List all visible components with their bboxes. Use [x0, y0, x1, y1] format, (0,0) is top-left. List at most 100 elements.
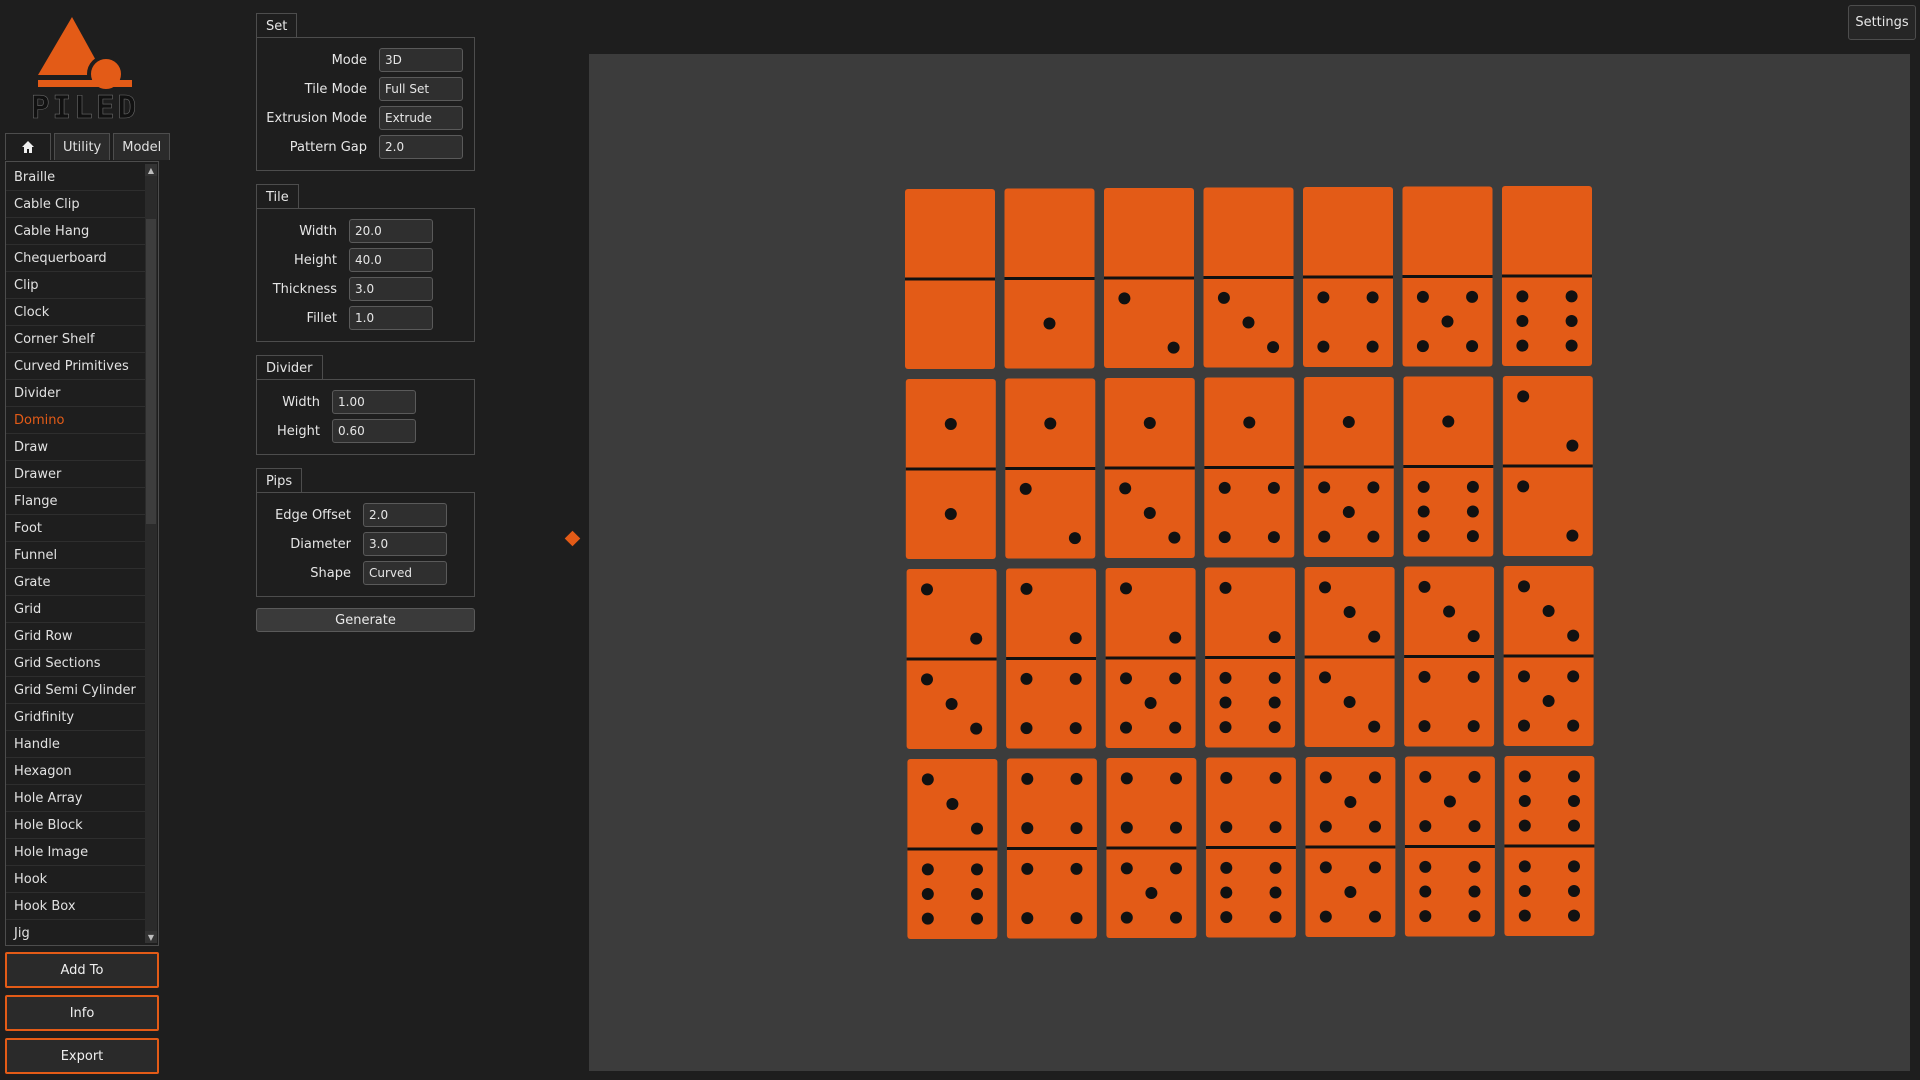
module-item-grid-row[interactable]: Grid Row: [6, 623, 146, 650]
domino-pip: [1443, 795, 1456, 808]
module-item-funnel[interactable]: Funnel: [6, 542, 146, 569]
tile-fillet-input[interactable]: 1.0: [349, 306, 433, 330]
tile-thickness-input[interactable]: 3.0: [349, 277, 433, 301]
module-item-jig[interactable]: Jig: [6, 920, 146, 945]
scroll-down-icon[interactable]: ▼: [145, 931, 157, 943]
module-item-hole-image[interactable]: Hole Image: [6, 839, 146, 866]
tab-model[interactable]: Model: [113, 133, 171, 160]
domino-pip: [1170, 862, 1182, 875]
domino-tile-0-0: [905, 189, 995, 369]
module-item-grid-semi-cylinder[interactable]: Grid Semi Cylinder: [6, 677, 146, 704]
generate-button[interactable]: Generate: [256, 608, 475, 632]
set-mode-label: Mode: [331, 52, 367, 68]
module-item-clip[interactable]: Clip: [6, 272, 146, 299]
domino-pip: [1568, 860, 1580, 873]
domino-pip: [1144, 697, 1157, 709]
module-item-corner-shelf[interactable]: Corner Shelf: [6, 326, 146, 353]
pips-edge-offset-input[interactable]: 2.0: [363, 503, 447, 527]
info-button[interactable]: Info: [5, 995, 159, 1031]
tile-thickness-row: Thickness 3.0: [257, 277, 433, 301]
domino-pip: [1419, 770, 1432, 783]
domino-pip: [1566, 439, 1579, 452]
tile-height-input[interactable]: 40.0: [349, 248, 433, 272]
module-item-cable-hang[interactable]: Cable Hang: [6, 218, 146, 245]
domino-pip: [1070, 822, 1083, 835]
module-item-flange[interactable]: Flange: [6, 488, 146, 515]
domino-divider: [1402, 275, 1493, 278]
domino-tile-2-4: [1006, 568, 1097, 749]
domino-pip: [1269, 911, 1282, 924]
domino-pip: [1567, 670, 1580, 683]
tile-group-fields: Width 20.0 Height 40.0 Thickness 3.0 Fillet 1.0: [256, 208, 475, 342]
tab-utility[interactable]: Utility: [54, 133, 111, 160]
module-item-divider[interactable]: Divider: [6, 380, 146, 407]
3d-viewport[interactable]: [589, 54, 1910, 1071]
pips-diameter-input[interactable]: 3.0: [363, 532, 447, 556]
domino-pip: [1518, 885, 1531, 897]
scroll-up-icon[interactable]: ▲: [145, 164, 157, 176]
domino-pip: [921, 583, 933, 596]
domino-tile-6-6: [1504, 756, 1595, 936]
module-item-hole-block[interactable]: Hole Block: [6, 812, 146, 839]
module-item-hole-array[interactable]: Hole Array: [6, 785, 146, 812]
module-item-drawer[interactable]: Drawer: [6, 461, 146, 488]
domino-divider: [907, 847, 998, 851]
set-extrusion-mode-input[interactable]: Extrude: [379, 106, 463, 130]
module-item-chequerboard[interactable]: Chequerboard: [6, 245, 146, 272]
domino-tile-0-1: [1004, 188, 1095, 369]
domino-pip: [1466, 290, 1479, 303]
home-icon: [22, 141, 34, 153]
module-item-grid[interactable]: Grid: [6, 596, 146, 623]
module-item-hexagon[interactable]: Hexagon: [6, 758, 146, 785]
module-item-hook[interactable]: Hook: [6, 866, 146, 893]
domino-pip: [944, 508, 957, 520]
module-list-scrollbar[interactable]: ▲ ▼: [145, 164, 157, 943]
domino-tile-3-4: [1404, 566, 1495, 747]
domino-divider: [906, 657, 997, 661]
export-button[interactable]: Export: [5, 1038, 159, 1074]
tile-height-label: Height: [294, 252, 337, 268]
module-item-curved-primitives[interactable]: Curved Primitives: [6, 353, 146, 380]
module-item-foot[interactable]: Foot: [6, 515, 146, 542]
module-item-domino[interactable]: Domino: [6, 407, 146, 434]
domino-pip: [1568, 795, 1580, 807]
tile-width-row: Width 20.0: [257, 219, 433, 243]
domino-tile-2-2: [1502, 376, 1593, 556]
domino-pip: [1169, 631, 1182, 644]
domino-pip: [1268, 631, 1281, 644]
divider-height-input[interactable]: 0.60: [332, 419, 416, 443]
domino-tile-5-6: [1404, 756, 1495, 937]
set-pattern-gap-input[interactable]: 2.0: [379, 135, 463, 159]
domino-pip: [1567, 629, 1580, 642]
domino-pip: [1344, 796, 1357, 808]
panel-collapse-handle[interactable]: [564, 530, 581, 547]
scroll-thumb[interactable]: [146, 219, 156, 524]
pips-diameter-row: Diameter 3.0: [257, 532, 447, 556]
module-item-braille[interactable]: Braille: [6, 164, 146, 191]
tile-width-input[interactable]: 20.0: [349, 219, 433, 243]
module-item-draw[interactable]: Draw: [6, 434, 146, 461]
set-tile-mode-input[interactable]: Full Set: [379, 77, 463, 101]
pips-shape-input[interactable]: Curved: [363, 561, 447, 585]
domino-pip: [1567, 719, 1580, 732]
domino-pip: [1566, 529, 1579, 542]
domino-pip: [1120, 862, 1133, 875]
module-item-hook-box[interactable]: Hook Box: [6, 893, 146, 920]
module-item-grate[interactable]: Grate: [6, 569, 146, 596]
module-item-handle[interactable]: Handle: [6, 731, 146, 758]
set-mode-input[interactable]: 3D: [379, 48, 463, 72]
divider-width-input[interactable]: 1.00: [332, 390, 416, 414]
add-to-button[interactable]: Add To: [5, 952, 159, 988]
module-item-gridfinity[interactable]: Gridfinity: [6, 704, 146, 731]
tab-home[interactable]: [5, 133, 51, 160]
domino-pip: [1267, 341, 1280, 354]
module-item-grid-sections[interactable]: Grid Sections: [6, 650, 146, 677]
domino-pip: [921, 888, 934, 900]
domino-divider: [1404, 845, 1495, 848]
module-item-cable-clip[interactable]: Cable Clip: [6, 191, 146, 218]
module-item-clock[interactable]: Clock: [6, 299, 146, 326]
domino-pip: [1267, 481, 1280, 494]
settings-button[interactable]: Settings: [1848, 5, 1916, 40]
domino-pip: [1119, 482, 1132, 495]
domino-pip: [1319, 910, 1332, 923]
